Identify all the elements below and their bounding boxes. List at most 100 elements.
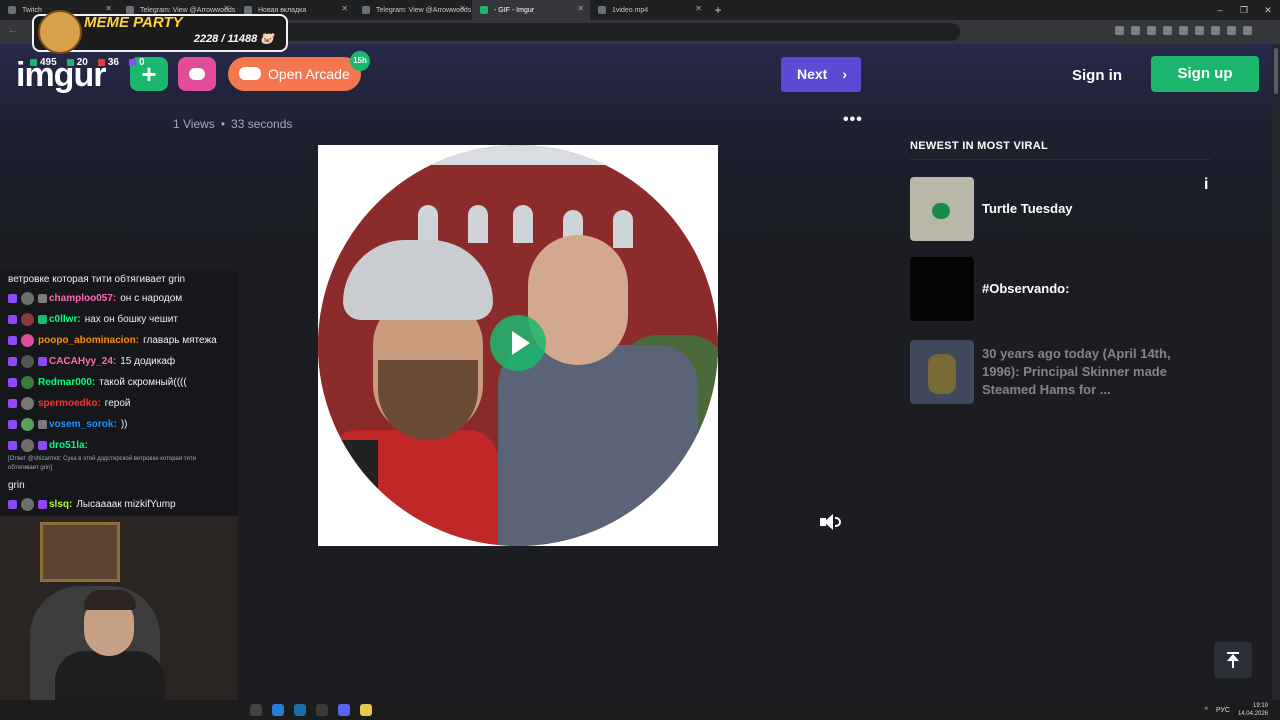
badge-icon xyxy=(8,499,17,509)
search-icon[interactable] xyxy=(250,704,262,716)
avatar xyxy=(21,354,34,368)
post-thumbnail xyxy=(910,177,974,241)
badge-icon xyxy=(8,356,17,366)
chat-nick: vosem_sorok: xyxy=(49,418,117,430)
close-icon[interactable]: ✕ xyxy=(695,4,702,13)
next-label: Next xyxy=(797,66,828,82)
new-tab-button[interactable]: + xyxy=(708,3,728,17)
clock-time: 19:19 xyxy=(1252,703,1268,709)
windows-taskbar: ^ РУС 19:19 14.04.2026 xyxy=(0,700,1280,720)
folder-icon[interactable] xyxy=(360,704,372,716)
wall-painting xyxy=(40,522,120,582)
post-meta: 1 Views • 33 seconds xyxy=(173,117,292,131)
arrow-up-icon xyxy=(1227,654,1239,661)
close-icon[interactable]: ✕ xyxy=(459,4,466,13)
zoom-icon[interactable] xyxy=(1115,26,1124,35)
chat-message: slsq: Лысаааак mizkifYump xyxy=(8,496,236,512)
chat-message: poopo_abominacion: главарь мятежа xyxy=(8,332,236,348)
viral-post-title: 30 years ago today (April 14th, 1996): P… xyxy=(982,346,1171,397)
streamer-webcam xyxy=(0,516,238,700)
steam-icon[interactable] xyxy=(294,704,306,716)
tray-arrow-icon[interactable]: ^ xyxy=(1205,707,1208,714)
avatar xyxy=(21,417,34,431)
video-window xyxy=(468,205,488,243)
extension-icon[interactable] xyxy=(1179,26,1188,35)
chat-message: c0llwr: нах он бошку чешит xyxy=(8,311,236,327)
meme-party-widget: MEME PARTY 2228 / 11488 🐷 xyxy=(32,10,288,54)
chat-message: spermoedko: герой xyxy=(8,395,236,411)
page-scrollbar[interactable] xyxy=(1272,44,1280,700)
scrollbar-thumb[interactable] xyxy=(1274,48,1278,94)
viral-post[interactable]: 30 years ago today (April 14th, 1996): P… xyxy=(910,340,1210,404)
viral-post[interactable]: #Observando: xyxy=(910,257,1210,321)
bits-icon xyxy=(128,59,136,66)
tab-title: - GIF - Imgur xyxy=(494,6,535,14)
bookmark-star-icon[interactable] xyxy=(1131,26,1140,35)
doge-icon xyxy=(38,10,82,54)
badge-icon xyxy=(8,440,17,450)
skinner-shape xyxy=(928,354,956,394)
badge-icon xyxy=(8,314,17,324)
language-indicator[interactable]: РУС xyxy=(1216,707,1230,714)
close-icon[interactable]: ✕ xyxy=(105,4,112,13)
chat-nick: poopo_abominacion: xyxy=(38,334,140,346)
chat-nick: spermoedko: xyxy=(38,397,101,409)
chat-message: vosem_sorok:)) xyxy=(8,416,236,432)
tab-imgur[interactable]: - GIF - Imgur ✕ xyxy=(472,0,590,20)
avatar xyxy=(21,497,34,511)
minimize-button[interactable]: – xyxy=(1208,0,1232,20)
extension-icon[interactable] xyxy=(1211,26,1220,35)
screen: Twitch ✕ Telegram: View @Arrowwoods ✕ Нова… xyxy=(0,0,1280,720)
chevron-right-icon: › xyxy=(842,66,847,82)
extension-icon[interactable] xyxy=(1147,26,1156,35)
tab-telegram-2[interactable]: Telegram: View @Arrowwoods ✕ xyxy=(354,0,472,20)
stat-value: 36 xyxy=(107,57,119,68)
profile-icon[interactable] xyxy=(1227,26,1236,35)
open-arcade-button[interactable]: Open Arcade 15h xyxy=(228,51,370,91)
close-icon[interactable]: ✕ xyxy=(341,4,348,13)
video-hat xyxy=(343,240,493,320)
taskbar-apps xyxy=(250,704,372,716)
chrome-icon[interactable] xyxy=(272,704,284,716)
scroll-to-top-button[interactable] xyxy=(1214,642,1252,678)
extension-icon[interactable] xyxy=(1163,26,1172,35)
meta-separator: • xyxy=(220,117,226,131)
stat-value: 20 xyxy=(76,57,88,68)
badge-icon xyxy=(8,419,17,429)
play-icon[interactable] xyxy=(490,315,546,371)
maximize-button[interactable]: ❐ xyxy=(1232,0,1256,20)
sign-in-link[interactable]: Sign in xyxy=(1072,67,1122,84)
back-arrow-icon[interactable]: ← xyxy=(8,25,18,36)
chrome-favicon-icon xyxy=(244,6,252,14)
close-icon[interactable]: ✕ xyxy=(577,4,584,13)
viral-post[interactable]: Turtle Tuesday xyxy=(910,177,1210,241)
tab-video[interactable]: 1video.mp4 ✕ xyxy=(590,0,708,20)
omnibox[interactable] xyxy=(200,23,960,41)
app-icon[interactable] xyxy=(316,704,328,716)
badge-icon xyxy=(8,398,17,408)
chat-nick: CACAHyy_24: xyxy=(49,355,117,367)
tab-title: Новая вкладка xyxy=(258,6,307,14)
next-button[interactable]: Next › xyxy=(781,57,861,92)
chat-text: )) xyxy=(120,418,128,430)
file-favicon-icon xyxy=(598,6,606,14)
video-player[interactable] xyxy=(318,145,718,546)
clock[interactable]: 19:19 14.04.2026 xyxy=(1238,702,1268,718)
chat-message: Redmar000: такой скромный(((( xyxy=(8,374,236,390)
volume-icon[interactable] xyxy=(820,514,842,530)
close-icon[interactable]: ✕ xyxy=(223,4,230,13)
chat-text: герой xyxy=(104,397,131,409)
avatar xyxy=(21,312,34,326)
twitch-favicon-icon xyxy=(8,6,16,14)
more-options-icon[interactable]: ••• xyxy=(843,111,863,129)
sign-up-button[interactable]: Sign up xyxy=(1151,56,1259,92)
chat-text: 15 додикаф xyxy=(120,355,176,367)
close-window-button[interactable]: ✕ xyxy=(1256,0,1280,20)
pink-mascot-button[interactable] xyxy=(178,57,216,91)
chat-text: главарь мятежа xyxy=(143,334,217,346)
extension-icon[interactable] xyxy=(1195,26,1204,35)
chat-reply-note: [Ответ @shizarmot: Сука в этой додстерск… xyxy=(8,456,196,471)
discord-icon[interactable] xyxy=(338,704,350,716)
badge-icon xyxy=(38,356,47,366)
menu-icon[interactable] xyxy=(1243,26,1252,35)
